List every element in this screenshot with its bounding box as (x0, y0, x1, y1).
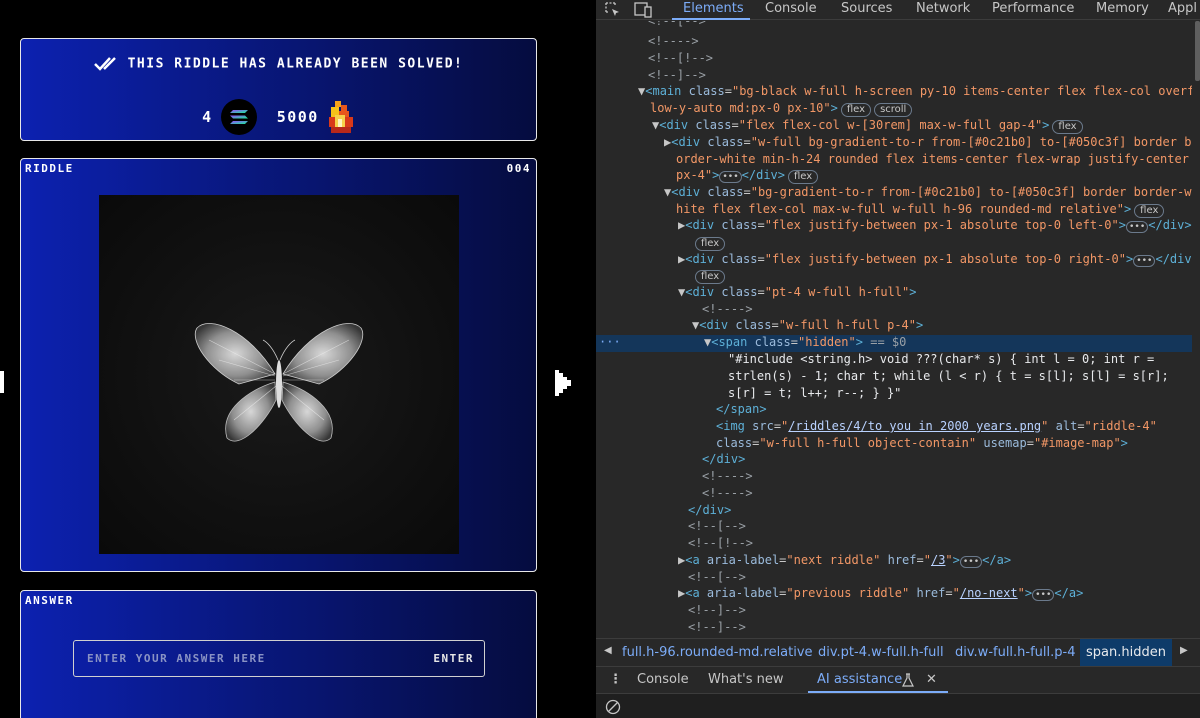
dom-line[interactable]: </span> (596, 402, 1192, 419)
enter-button[interactable]: ENTER (433, 652, 474, 665)
drawer-tab-console[interactable]: Console (637, 672, 689, 687)
butterfly-icon (195, 323, 363, 442)
flame-icon (328, 101, 353, 133)
dom-scrollbar[interactable] (1195, 21, 1200, 81)
dom-line-main[interactable]: ▼<main class="bg-black w-full h-screen p… (596, 84, 1192, 101)
devtools-tab-bar: Elements Console Sources Network Perform… (596, 0, 1200, 20)
dom-text-node[interactable]: s[r] = t; l++; r--; } }" (596, 386, 1192, 403)
scroll-badge[interactable]: scroll (874, 103, 913, 117)
status-line: THIS RIDDLE HAS ALREADY BEEN SOLVED! (21, 56, 536, 72)
drawer-tab-bar: ⋮ Console What's new AI assistance ✕ (596, 666, 1200, 693)
sol-stat: 4 (202, 99, 257, 135)
dom-line[interactable]: ▶<a aria-label="next riddle" href="/3"> •… (596, 553, 1192, 570)
close-icon[interactable]: ✕ (926, 672, 937, 687)
dom-line[interactable]: ▼<div class="flex flex-col w-[30rem] max… (596, 118, 1192, 135)
dom-line[interactable]: <img src="/riddles/4/to you in 2000 year… (596, 419, 1192, 436)
tab-memory[interactable]: Memory (1096, 1, 1149, 16)
dom-line[interactable]: <!--[--> (596, 519, 1192, 536)
dom-line[interactable]: ▶<div class="w-full bg-gradient-to-r fro… (596, 135, 1192, 152)
dom-line[interactable]: <!--[--> (596, 570, 1192, 587)
tab-performance[interactable]: Performance (992, 1, 1074, 16)
dom-line[interactable]: ▶<div class="flex justify-between px-1 a… (596, 252, 1192, 269)
drawer-tab-whats-new[interactable]: What's new (708, 672, 784, 687)
dom-line[interactable]: ▼<div class="bg-gradient-to-r from-[#0c2… (596, 185, 1192, 202)
riddle-label: RIDDLE (25, 162, 74, 175)
active-tab-indicator (672, 18, 750, 20)
dom-line[interactable]: <!----> (596, 34, 1192, 51)
dom-tree: <!--[--> <!----> <!--[!--> <!--]--> ▼<ma… (596, 21, 1192, 638)
riddle-number: 004 (506, 162, 531, 175)
drawer-menu-icon[interactable]: ⋮ (609, 672, 622, 687)
tab-elements[interactable]: Elements (683, 1, 744, 16)
riddle-panel: RIDDLE 004 (20, 158, 537, 572)
answer-panel: ANSWER ENTER (20, 590, 537, 718)
dom-line[interactable]: ▼<div class="w-full h-full p-4"> (596, 318, 1192, 335)
dom-line[interactable]: ▼<div class="pt-4 w-full h-full"> (596, 285, 1192, 302)
tab-network[interactable]: Network (916, 1, 970, 16)
answer-form: ENTER (73, 640, 485, 677)
dom-line[interactable]: </div> (596, 452, 1192, 469)
devtools-panel: Elements Console Sources Network Perform… (596, 0, 1200, 718)
points-stat: 5000 (277, 99, 355, 135)
console-toolbar (596, 693, 1200, 718)
dom-line[interactable]: order-white min-h-24 rounded flex items-… (596, 152, 1192, 169)
dom-line[interactable]: <!--]--> (596, 603, 1192, 620)
dom-line[interactable]: <!--[!--> (596, 536, 1192, 553)
clear-console-icon[interactable] (605, 699, 621, 715)
device-toolbar-icon[interactable] (634, 2, 652, 18)
dom-text-node[interactable]: "#include <string.h> void ???(char* s) {… (596, 352, 1192, 369)
answer-label: ANSWER (25, 594, 74, 607)
previous-riddle-arrow-icon[interactable] (0, 371, 4, 393)
ellipsis-icon: ••• (719, 171, 742, 183)
next-riddle-arrow-icon[interactable] (555, 370, 573, 396)
dom-line[interactable]: <!----> (596, 469, 1192, 486)
dom-line[interactable]: <!--[!--> (596, 51, 1192, 68)
dom-line[interactable]: <!--]--> (596, 68, 1192, 85)
flask-icon (902, 673, 914, 687)
breadcrumb-item[interactable]: div.pt-4.w-full.h-full (818, 645, 944, 660)
double-check-icon (93, 57, 116, 71)
flex-badge[interactable]: flex (840, 103, 872, 117)
dom-line[interactable]: <!----> (596, 486, 1192, 503)
dom-line[interactable]: <!--]--> (596, 620, 1192, 637)
more-options-icon: ··· (599, 335, 621, 349)
dom-line[interactable]: hite flex flex-col max-w-full w-full h-9… (596, 202, 1192, 219)
breadcrumb-item[interactable]: div.w-full.h-full.p-4 (955, 645, 1076, 660)
tab-application[interactable]: Appl (1168, 1, 1197, 16)
dom-line[interactable]: <!--[--> (596, 21, 1192, 31)
dom-line[interactable]: flex (596, 268, 1192, 285)
dom-line[interactable]: class="w-full h-full object-contain" use… (596, 436, 1192, 453)
breadcrumb-left-arrow-icon[interactable]: ◀ (604, 645, 612, 656)
inspect-element-icon[interactable] (605, 2, 621, 18)
dom-line[interactable]: <!----> (596, 302, 1192, 319)
status-text: THIS RIDDLE HAS ALREADY BEEN SOLVED! (127, 56, 464, 72)
dom-line[interactable]: low-y-auto md:px-0 px-10"> flex scroll (596, 101, 1192, 118)
stats-row: 4 5000 (21, 99, 536, 135)
dom-line[interactable]: </div> (596, 503, 1192, 520)
dom-line-selected[interactable]: ··· ▼<span class="hidden"> == $0 (596, 335, 1192, 352)
dom-text-node[interactable]: strlen(s) - 1; char t; while (l < r) { t… (596, 369, 1192, 386)
dom-line[interactable]: ▶<div class="flex justify-between px-1 a… (596, 218, 1192, 235)
riddle-image[interactable] (99, 195, 459, 554)
breadcrumb: ◀ full.h-96.rounded-md.relative div.pt-4… (596, 638, 1200, 667)
breadcrumb-right-arrow-icon[interactable]: ▶ (1180, 645, 1188, 656)
dom-line[interactable]: px-4"> ••• </div> flex (596, 168, 1192, 185)
breadcrumb-item[interactable]: full.h-96.rounded-md.relative (622, 645, 813, 660)
sol-count: 4 (202, 108, 213, 126)
status-panel: THIS RIDDLE HAS ALREADY BEEN SOLVED! 4 5… (20, 38, 537, 141)
solana-coin-icon (220, 99, 257, 135)
drawer-tab-ai-assistance[interactable]: AI assistance (817, 672, 902, 687)
dom-line[interactable]: ▶<a aria-label="previous riddle" href="/… (596, 586, 1192, 603)
tab-sources[interactable]: Sources (841, 1, 892, 16)
game-page: THIS RIDDLE HAS ALREADY BEEN SOLVED! 4 5… (0, 0, 596, 718)
dom-line[interactable]: flex (596, 235, 1192, 252)
breadcrumb-item-active[interactable]: span.hidden (1080, 639, 1172, 667)
points-value: 5000 (276, 108, 319, 126)
answer-input[interactable] (87, 652, 407, 665)
tab-console[interactable]: Console (765, 1, 817, 16)
